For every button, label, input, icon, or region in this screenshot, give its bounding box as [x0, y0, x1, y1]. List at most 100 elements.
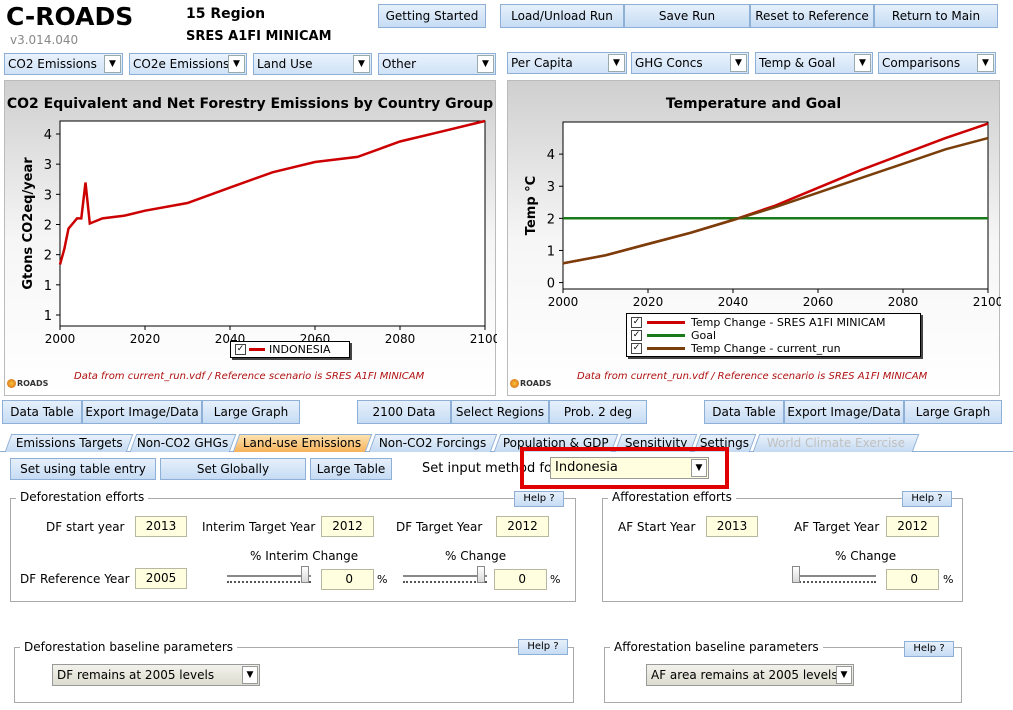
getting-started-button[interactable]: Getting Started: [378, 4, 486, 28]
y-tick-label: 1: [547, 244, 555, 259]
legend-checkbox[interactable]: ✓: [235, 344, 246, 355]
x-tick-label: 2080: [888, 295, 919, 309]
data-table-button-right[interactable]: Data Table: [704, 400, 784, 424]
app-title: C-ROADS: [6, 2, 134, 31]
chevron-down-icon: ▼: [608, 54, 625, 72]
dropdown-label: Land Use: [257, 57, 313, 71]
interim-change-slider[interactable]: [227, 565, 311, 587]
large-table-button[interactable]: Large Table: [310, 458, 392, 480]
temp-goal-dropdown[interactable]: Temp & Goal ▼: [755, 52, 873, 74]
legend-label: Temp Change - SRES A1FI MINICAM: [691, 316, 886, 329]
slider-thumb[interactable]: [792, 566, 800, 583]
legend-checkbox[interactable]: ✓: [631, 343, 642, 354]
y-tick-label: 0: [547, 277, 555, 292]
emissions-chart: 2000 2020 2040 2060 2080 2100Gtons CO2eq/year…: [21, 119, 497, 346]
percent-unit: %: [943, 573, 954, 586]
x-tick-label: 2080: [385, 332, 416, 346]
help-button[interactable]: Help ?: [514, 491, 564, 507]
interim-target-year-input[interactable]: 2012: [321, 516, 374, 537]
x-tick-label: 2000: [548, 295, 579, 309]
data-source-note: Data from current_run.vdf / Reference sc…: [577, 371, 928, 382]
large-graph-button-left[interactable]: Large Graph: [202, 400, 300, 424]
legend-checkbox[interactable]: ✓: [631, 317, 642, 328]
interim-change-input[interactable]: 0: [321, 569, 374, 590]
df-start-year-input[interactable]: 2013: [135, 516, 187, 537]
other-dropdown[interactable]: Other ▼: [378, 53, 496, 75]
co2-emissions-dropdown[interactable]: CO2 Emissions ▼: [4, 53, 123, 75]
slider-thumb[interactable]: [477, 566, 485, 583]
export-image-data-button-right[interactable]: Export Image/Data: [784, 400, 904, 424]
df-baseline-value: DF remains at 2005 levels: [57, 668, 215, 682]
x-tick-label: 2020: [633, 295, 664, 309]
df-reference-year-input[interactable]: 2005: [135, 568, 187, 589]
af-baseline-select[interactable]: AF area remains at 2005 levels ▼: [646, 664, 854, 686]
dropdown-label: Temp & Goal: [759, 56, 836, 70]
region-select-value: Indonesia: [555, 460, 618, 475]
2100-data-button[interactable]: 2100 Data: [357, 400, 451, 424]
dropdown-label: Comparisons: [882, 56, 961, 70]
legend-checkbox[interactable]: ✓: [631, 330, 642, 341]
dropdown-label: Per Capita: [511, 56, 573, 70]
croads-logo: ROADS: [7, 379, 48, 388]
app-version: v3.014.040: [10, 33, 79, 47]
data-table-button-left[interactable]: Data Table: [2, 400, 82, 424]
legend-swatch: [647, 334, 685, 337]
df-baseline-select[interactable]: DF remains at 2005 levels ▼: [52, 664, 260, 686]
change-slider[interactable]: [403, 565, 487, 587]
tab-emissions-targets[interactable]: Emissions Targets: [4, 434, 134, 452]
load-unload-run-button[interactable]: Load/Unload Run: [500, 4, 624, 28]
ghg-concs-dropdown[interactable]: GHG Concs ▼: [631, 52, 749, 74]
df-target-year-input[interactable]: 2012: [496, 516, 549, 537]
y-axis-label: Temp °C: [524, 176, 539, 235]
comparisons-dropdown[interactable]: Comparisons ▼: [878, 52, 996, 74]
y-tick-label: 1: [44, 309, 52, 324]
interim-change-label: % Interim Change: [250, 549, 359, 563]
set-using-table-entry-button[interactable]: Set using table entry: [10, 458, 156, 480]
tab-non-co2-ghgs[interactable]: Non-CO2 GHGs: [129, 434, 237, 452]
return-to-main-button[interactable]: Return to Main: [874, 4, 998, 28]
percent-unit: %: [377, 573, 388, 586]
chart-legend: ✓ INDONESIA: [230, 341, 350, 358]
region-label: 15 Region: [186, 6, 266, 22]
large-graph-button-right[interactable]: Large Graph: [904, 400, 1002, 424]
interim-target-year-label: Interim Target Year: [202, 520, 316, 534]
tab-land-use-emissions[interactable]: Land-use Emissions: [232, 434, 373, 452]
set-globally-button[interactable]: Set Globally: [160, 458, 306, 480]
save-run-button[interactable]: Save Run: [624, 4, 750, 28]
y-axis-label: Gtons CO2eq/year: [21, 157, 36, 290]
chevron-down-icon: ▼: [353, 55, 370, 73]
slider-thumb[interactable]: [301, 566, 309, 583]
dropdown-label: CO2e Emissions: [133, 57, 230, 71]
reset-to-reference-button[interactable]: Reset to Reference: [750, 4, 874, 28]
land-use-dropdown[interactable]: Land Use ▼: [253, 53, 372, 75]
chart-title: Temperature and Goal: [665, 96, 842, 112]
dropdown-label: GHG Concs: [635, 56, 703, 70]
x-tick-label: 2100: [470, 332, 497, 346]
chart-title: CO2 Equivalent and Net Forestry Emission…: [6, 96, 494, 112]
x-tick-label: 2060: [803, 295, 834, 309]
af-start-year-input[interactable]: 2013: [706, 516, 758, 537]
help-button[interactable]: Help ?: [904, 641, 954, 657]
select-regions-button[interactable]: Select Regions: [451, 400, 549, 424]
help-button[interactable]: Help ?: [518, 639, 568, 655]
tab-non-co2-forcings[interactable]: Non-CO2 Forcings: [368, 434, 498, 452]
af-target-year-input[interactable]: 2012: [886, 516, 939, 537]
legend-label: Goal: [691, 329, 717, 342]
af-target-year-label: AF Target Year: [794, 520, 880, 534]
legend-swatch: [249, 348, 265, 351]
af-change-input[interactable]: 0: [886, 569, 939, 590]
legend-label: Temp Change - current_run: [691, 342, 841, 355]
region-select[interactable]: Indonesia ▼: [550, 457, 709, 479]
af-change-slider[interactable]: [792, 565, 876, 587]
y-tick-label: 1: [44, 279, 52, 294]
per-capita-dropdown[interactable]: Per Capita ▼: [507, 52, 627, 74]
export-image-data-button-left[interactable]: Export Image/Data: [82, 400, 202, 424]
co2e-emissions-dropdown[interactable]: CO2e Emissions ▼: [129, 53, 247, 75]
y-tick-label: 2: [44, 219, 52, 234]
scenario-label: SRES A1FI MINICAM: [186, 29, 332, 44]
prob-2-deg-button[interactable]: Prob. 2 deg: [549, 400, 647, 424]
change-input[interactable]: 0: [494, 569, 547, 590]
chevron-down-icon: ▼: [854, 54, 871, 72]
help-button[interactable]: Help ?: [902, 491, 952, 507]
y-tick-label: 3: [44, 158, 52, 173]
